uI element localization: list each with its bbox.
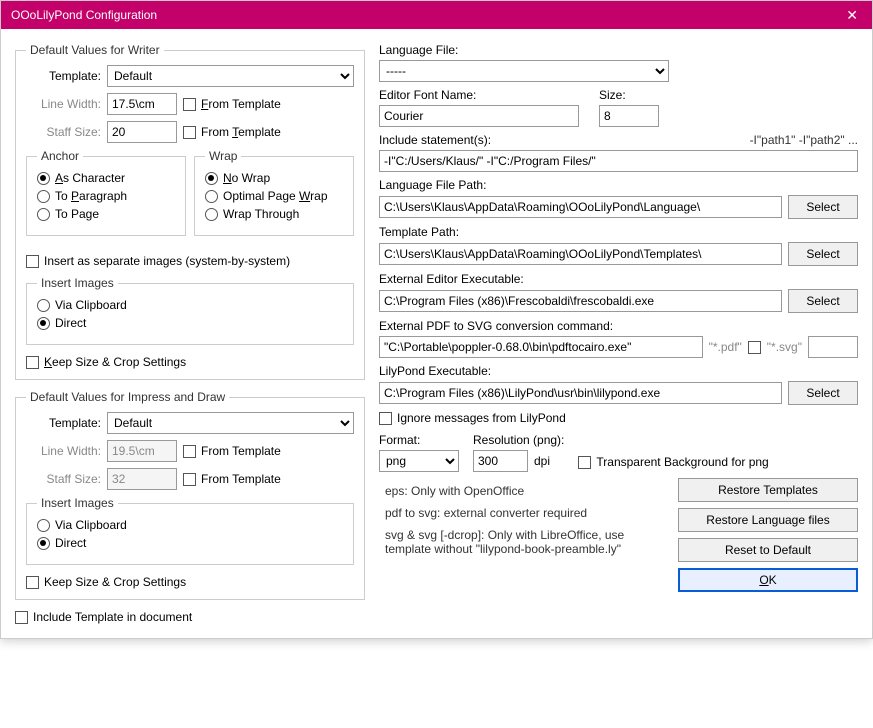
writer-staffsize-input[interactable] bbox=[107, 121, 177, 143]
from-template-label-2: From Template bbox=[201, 125, 281, 139]
impress-staffsize-label: Staff Size: bbox=[26, 472, 101, 486]
include-hint: -I"path1" -I"path2" ... bbox=[750, 133, 858, 147]
tmpl-path-select-button[interactable]: Select bbox=[788, 242, 858, 266]
from-template-label: From Template bbox=[201, 97, 281, 111]
wrap-group: Wrap No Wrap Optimal Page Wrap Wrap Thro… bbox=[194, 149, 354, 236]
editor-select-button[interactable]: Select bbox=[788, 289, 858, 313]
impress-template-label: Template: bbox=[26, 416, 101, 430]
linewidth-label: Line Width: bbox=[26, 97, 101, 111]
font-input[interactable] bbox=[379, 105, 579, 127]
titlebar: OOoLilyPond Configuration ✕ bbox=[1, 1, 872, 29]
editor-label: External Editor Executable: bbox=[379, 272, 858, 286]
wrap-legend: Wrap bbox=[205, 149, 241, 163]
wrap-through-radio[interactable] bbox=[205, 208, 218, 221]
writer-keep-size-check[interactable] bbox=[26, 356, 39, 369]
impress-linewidth-input bbox=[107, 440, 177, 462]
wrap-no-wrap-radio[interactable] bbox=[205, 172, 218, 185]
lang-path-label: Language File Path: bbox=[379, 178, 858, 192]
close-icon[interactable]: ✕ bbox=[840, 7, 864, 24]
insert-separate-check[interactable] bbox=[26, 255, 39, 268]
anchor-legend: Anchor bbox=[37, 149, 83, 163]
writer-defaults-group: Default Values for Writer Template: Defa… bbox=[15, 43, 365, 380]
lang-path-input[interactable] bbox=[379, 196, 782, 218]
anchor-to-paragraph-radio[interactable] bbox=[37, 190, 50, 203]
writer-linewidth-input[interactable] bbox=[107, 93, 177, 115]
wrap-optimal-radio[interactable] bbox=[205, 190, 218, 203]
format-select[interactable]: png bbox=[379, 450, 459, 472]
transparent-check[interactable] bbox=[578, 456, 591, 469]
lily-input[interactable] bbox=[379, 382, 782, 404]
tmpl-path-input[interactable] bbox=[379, 243, 782, 265]
format-label: Format: bbox=[379, 433, 459, 447]
note-eps: eps: Only with OpenOffice bbox=[379, 484, 678, 498]
impress-defaults-group: Default Values for Impress and Draw Temp… bbox=[15, 390, 365, 600]
lily-label: LilyPond Executable: bbox=[379, 364, 858, 378]
impress-staffsize-input bbox=[107, 468, 177, 490]
include-template-check[interactable] bbox=[15, 611, 28, 624]
ignore-msgs-check[interactable] bbox=[379, 412, 392, 425]
writer-direct-radio[interactable] bbox=[37, 317, 50, 330]
impress-insert-images-group: Insert Images Via Clipboard Direct bbox=[26, 496, 354, 565]
res-input[interactable] bbox=[473, 450, 528, 472]
writer-staffsize-from-template-check[interactable] bbox=[183, 126, 196, 139]
pdf-ext1: "*.pdf" bbox=[709, 340, 742, 354]
impress-via-clipboard-radio[interactable] bbox=[37, 519, 50, 532]
impress-linewidth-from-template-check[interactable] bbox=[183, 445, 196, 458]
impress-keep-size-check[interactable] bbox=[26, 576, 39, 589]
restore-language-button[interactable]: Restore Language files bbox=[678, 508, 858, 532]
ok-button[interactable]: OK bbox=[678, 568, 858, 592]
note-svg: svg & svg [-dcrop]: Only with LibreOffic… bbox=[379, 528, 649, 556]
impress-insert-images-legend: Insert Images bbox=[37, 496, 118, 510]
writer-linewidth-from-template-check[interactable] bbox=[183, 98, 196, 111]
impress-direct-radio[interactable] bbox=[37, 537, 50, 550]
pdf-ext2: "*.svg" bbox=[767, 340, 802, 354]
lang-file-select[interactable]: ----- bbox=[379, 60, 669, 82]
pdf-extra-input[interactable] bbox=[808, 336, 858, 358]
impress-linewidth-label: Line Width: bbox=[26, 444, 101, 458]
writer-template-select[interactable]: Default bbox=[107, 65, 354, 87]
tmpl-path-label: Template Path: bbox=[379, 225, 858, 239]
pdf-label: External PDF to SVG conversion command: bbox=[379, 319, 858, 333]
note-pdf: pdf to svg: external converter required bbox=[379, 506, 678, 520]
include-label: Include statement(s): bbox=[379, 133, 491, 147]
dpi-label: dpi bbox=[534, 454, 550, 468]
anchor-to-page-radio[interactable] bbox=[37, 208, 50, 221]
reset-default-button[interactable]: Reset to Default bbox=[678, 538, 858, 562]
editor-input[interactable] bbox=[379, 290, 782, 312]
pdf-svg-check[interactable] bbox=[748, 341, 761, 354]
lang-path-select-button[interactable]: Select bbox=[788, 195, 858, 219]
lang-file-label: Language File: bbox=[379, 43, 858, 57]
font-label: Editor Font Name: bbox=[379, 88, 579, 102]
impress-template-select[interactable]: Default bbox=[107, 412, 354, 434]
writer-legend: Default Values for Writer bbox=[26, 43, 164, 57]
size-label: Size: bbox=[599, 88, 659, 102]
staffsize-label: Staff Size: bbox=[26, 125, 101, 139]
restore-templates-button[interactable]: Restore Templates bbox=[678, 478, 858, 502]
window-title: OOoLilyPond Configuration bbox=[11, 8, 157, 22]
anchor-as-character-radio[interactable] bbox=[37, 172, 50, 185]
lily-select-button[interactable]: Select bbox=[788, 381, 858, 405]
impress-legend: Default Values for Impress and Draw bbox=[26, 390, 229, 404]
impress-staffsize-from-template-check[interactable] bbox=[183, 473, 196, 486]
pdf-input[interactable] bbox=[379, 336, 703, 358]
anchor-group: Anchor As Character To Paragraph To Page bbox=[26, 149, 186, 236]
res-label: Resolution (png): bbox=[473, 433, 564, 447]
size-input[interactable] bbox=[599, 105, 659, 127]
insert-images-legend: Insert Images bbox=[37, 276, 118, 290]
template-label: Template: bbox=[26, 69, 101, 83]
writer-via-clipboard-radio[interactable] bbox=[37, 299, 50, 312]
include-input[interactable] bbox=[379, 150, 858, 172]
writer-insert-images-group: Insert Images Via Clipboard Direct bbox=[26, 276, 354, 345]
insert-separate-label: Insert as separate images (system-by-sys… bbox=[44, 254, 290, 268]
